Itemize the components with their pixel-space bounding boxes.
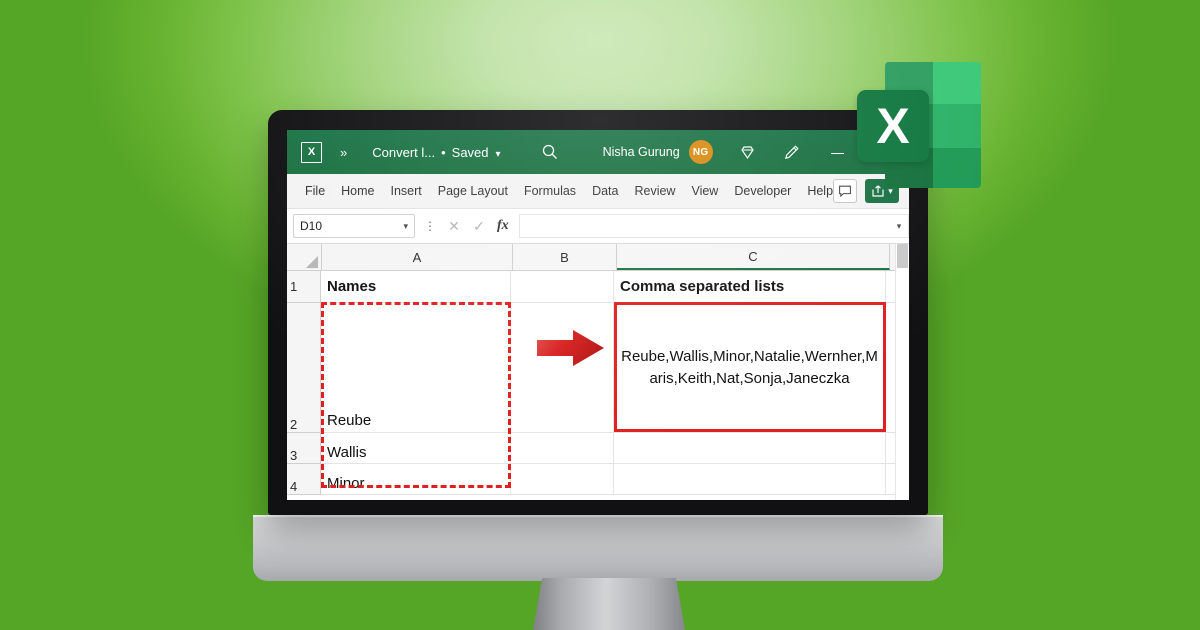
excel-logo-letter: X xyxy=(857,90,929,162)
name-box-value: D10 xyxy=(300,219,322,233)
column-header-c[interactable]: C xyxy=(617,244,890,270)
logo-tile-top-right xyxy=(933,62,981,104)
select-all-corner[interactable] xyxy=(287,244,322,270)
diamond-icon[interactable] xyxy=(739,143,757,161)
tab-insert[interactable]: Insert xyxy=(391,184,422,198)
screenshot-stage: X » Convert l... • Saved ▾ Nisha Gurung NG xyxy=(0,0,1200,630)
cell-c4[interactable] xyxy=(614,464,886,495)
cell-a4[interactable]: Minor xyxy=(321,464,511,495)
overflow-chevron-icon[interactable]: » xyxy=(340,145,346,160)
tab-page-layout[interactable]: Page Layout xyxy=(438,184,508,198)
avatar[interactable]: NG xyxy=(689,140,713,164)
cell-a1[interactable]: Names xyxy=(321,271,511,303)
cell-b3[interactable] xyxy=(511,433,614,464)
cell-c3[interactable] xyxy=(614,433,886,464)
saved-status-label: Saved xyxy=(452,145,489,160)
cell-a3[interactable]: Wallis xyxy=(321,433,511,464)
logo-tile-mid-right xyxy=(933,104,981,148)
logo-tile-bottom-right xyxy=(933,148,981,188)
monitor-stand xyxy=(533,578,685,630)
excel-app-logo: X xyxy=(857,62,983,184)
column-header-a[interactable]: A xyxy=(322,244,513,270)
tab-view[interactable]: View xyxy=(691,184,718,198)
table-row: 4 Minor xyxy=(287,464,909,495)
cancel-formula-icon[interactable]: ✕ xyxy=(447,218,461,235)
search-icon[interactable] xyxy=(541,143,559,161)
cell-b1[interactable] xyxy=(511,271,614,303)
row-header-4[interactable]: 4 xyxy=(287,464,321,495)
filename-separator: • xyxy=(441,145,446,160)
confirm-formula-icon[interactable]: ✓ xyxy=(472,218,486,235)
cell-a2[interactable]: Reube xyxy=(321,303,511,433)
row-header-2[interactable]: 2 xyxy=(287,303,321,433)
monitor-chin xyxy=(253,515,943,581)
ribbon-tab-bar: File Home Insert Page Layout Formulas Da… xyxy=(287,174,909,209)
vertical-scrollbar[interactable] xyxy=(895,244,909,500)
pen-draw-icon[interactable] xyxy=(783,143,801,161)
file-name-label[interactable]: Convert l... • Saved ▾ xyxy=(372,145,500,160)
monitor-bezel: X » Convert l... • Saved ▾ Nisha Gurung NG xyxy=(268,110,928,515)
file-name-text: Convert l... xyxy=(372,145,435,160)
title-bar: X » Convert l... • Saved ▾ Nisha Gurung NG xyxy=(287,130,909,174)
column-header-row: A B C xyxy=(287,244,909,271)
table-row: 2 Reube Reube,Wallis,Minor,Natalie,Wernh… xyxy=(287,303,909,433)
tab-review[interactable]: Review xyxy=(634,184,675,198)
cell-c1[interactable]: Comma separated lists xyxy=(614,271,886,303)
table-row: 1 Names Comma separated lists xyxy=(287,271,909,303)
spreadsheet-grid: A B C 1 Names Comma separated lists 2 xyxy=(287,244,909,500)
tab-file[interactable]: File xyxy=(305,184,325,198)
excel-document-icon: X xyxy=(301,142,322,163)
formula-options-icon[interactable]: ⋮ xyxy=(424,220,436,232)
name-box-chevron-icon[interactable]: ▾ xyxy=(403,221,408,232)
cell-c2[interactable]: Reube,Wallis,Minor,Natalie,Wernher,Maris… xyxy=(614,303,886,433)
cell-b2[interactable] xyxy=(511,303,614,433)
tab-help[interactable]: Help xyxy=(807,184,833,198)
column-header-b[interactable]: B xyxy=(513,244,617,270)
formula-bar: D10 ▾ ⋮ ✕ ✓ fx ▾ xyxy=(287,209,909,244)
cell-b4[interactable] xyxy=(511,464,614,495)
table-row: 3 Wallis xyxy=(287,433,909,464)
insert-function-icon[interactable]: fx xyxy=(497,218,509,234)
row-header-3[interactable]: 3 xyxy=(287,433,321,464)
user-name-label[interactable]: Nisha Gurung xyxy=(603,145,680,159)
excel-icon-letter: X xyxy=(308,147,315,158)
name-box[interactable]: D10 ▾ xyxy=(293,214,415,238)
grid-inner: A B C 1 Names Comma separated lists 2 xyxy=(287,244,909,495)
tab-formulas[interactable]: Formulas xyxy=(524,184,576,198)
tab-developer[interactable]: Developer xyxy=(734,184,791,198)
minimize-icon[interactable] xyxy=(831,146,844,159)
row-header-1[interactable]: 1 xyxy=(287,271,321,303)
formula-expand-chevron-icon[interactable]: ▾ xyxy=(890,214,909,238)
tab-data[interactable]: Data xyxy=(592,184,618,198)
scrollbar-thumb[interactable] xyxy=(897,244,908,268)
saved-chevron-icon[interactable]: ▾ xyxy=(496,149,501,160)
excel-window: X » Convert l... • Saved ▾ Nisha Gurung NG xyxy=(287,130,909,500)
tab-home[interactable]: Home xyxy=(341,184,374,198)
formula-input[interactable] xyxy=(519,214,890,238)
comment-icon[interactable] xyxy=(833,179,857,203)
